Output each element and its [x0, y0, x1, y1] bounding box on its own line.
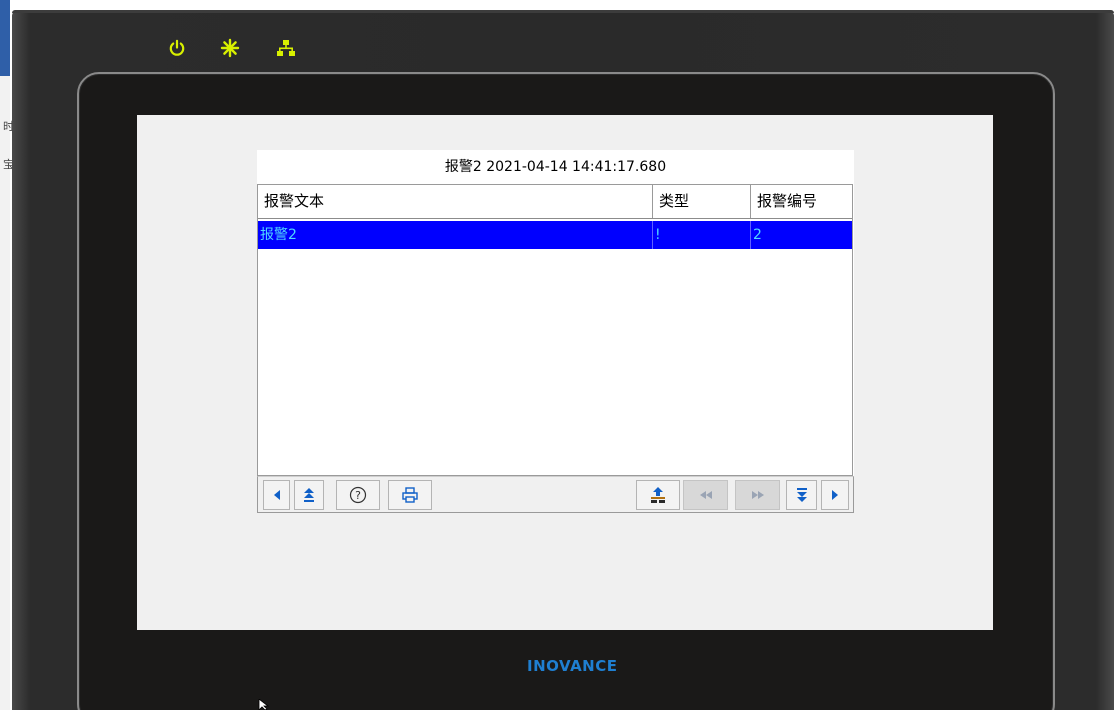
arrow-down-bottom-icon [796, 487, 808, 503]
cell-alarm-text: 报警2 [258, 221, 653, 249]
scroll-left-button[interactable] [263, 480, 290, 510]
column-header-alarm-text[interactable]: 报警文本 [258, 185, 653, 218]
brand-logo: INOVANCE [527, 657, 618, 675]
run-icon [219, 37, 241, 59]
table-row[interactable]: 报警2 ! 2 [258, 221, 852, 249]
arrow-right-icon [830, 489, 840, 501]
scroll-top-button[interactable] [294, 480, 324, 510]
mouse-cursor-icon [258, 699, 270, 710]
acknowledge-button[interactable] [636, 480, 680, 510]
column-header-type[interactable]: 类型 [653, 185, 751, 218]
cell-type: ! [653, 221, 751, 249]
table-header: 报警文本 类型 报警编号 [258, 185, 852, 219]
alarm-table: 报警文本 类型 报警编号 报警2 ! 2 [257, 184, 853, 476]
cell-alarm-number: 2 [753, 227, 762, 243]
alarm-view: 报警2 2021-04-14 14:41:17.680 报警文本 类型 报警编号… [257, 150, 854, 513]
scroll-bottom-button[interactable] [786, 480, 817, 510]
power-icon [166, 37, 188, 59]
network-icon [275, 37, 297, 59]
arrow-left-icon [272, 489, 282, 501]
print-button[interactable] [388, 480, 432, 510]
device-top-edge [12, 10, 1114, 13]
print-icon [401, 486, 419, 504]
page-forward-button[interactable] [735, 480, 780, 510]
svg-text:?: ? [355, 489, 361, 502]
page-back-button[interactable] [683, 480, 728, 510]
page-back-icon [699, 490, 713, 500]
acknowledge-icon [649, 486, 667, 504]
help-button[interactable]: ? [336, 480, 380, 510]
page-forward-icon [751, 490, 765, 500]
alarm-title: 报警2 2021-04-14 14:41:17.680 [444, 159, 667, 175]
alarm-toolbar: ? [257, 476, 854, 513]
column-header-alarm-number[interactable]: 报警编号 [751, 185, 852, 218]
page: 时 宝 报警2 2021-04-14 14:41:17.680 报警文本 类型 … [0, 0, 1114, 710]
help-icon: ? [349, 486, 367, 504]
arrow-up-top-icon [303, 487, 315, 503]
desktop-taskbar-fragment [0, 0, 10, 76]
scroll-right-button[interactable] [821, 480, 849, 510]
